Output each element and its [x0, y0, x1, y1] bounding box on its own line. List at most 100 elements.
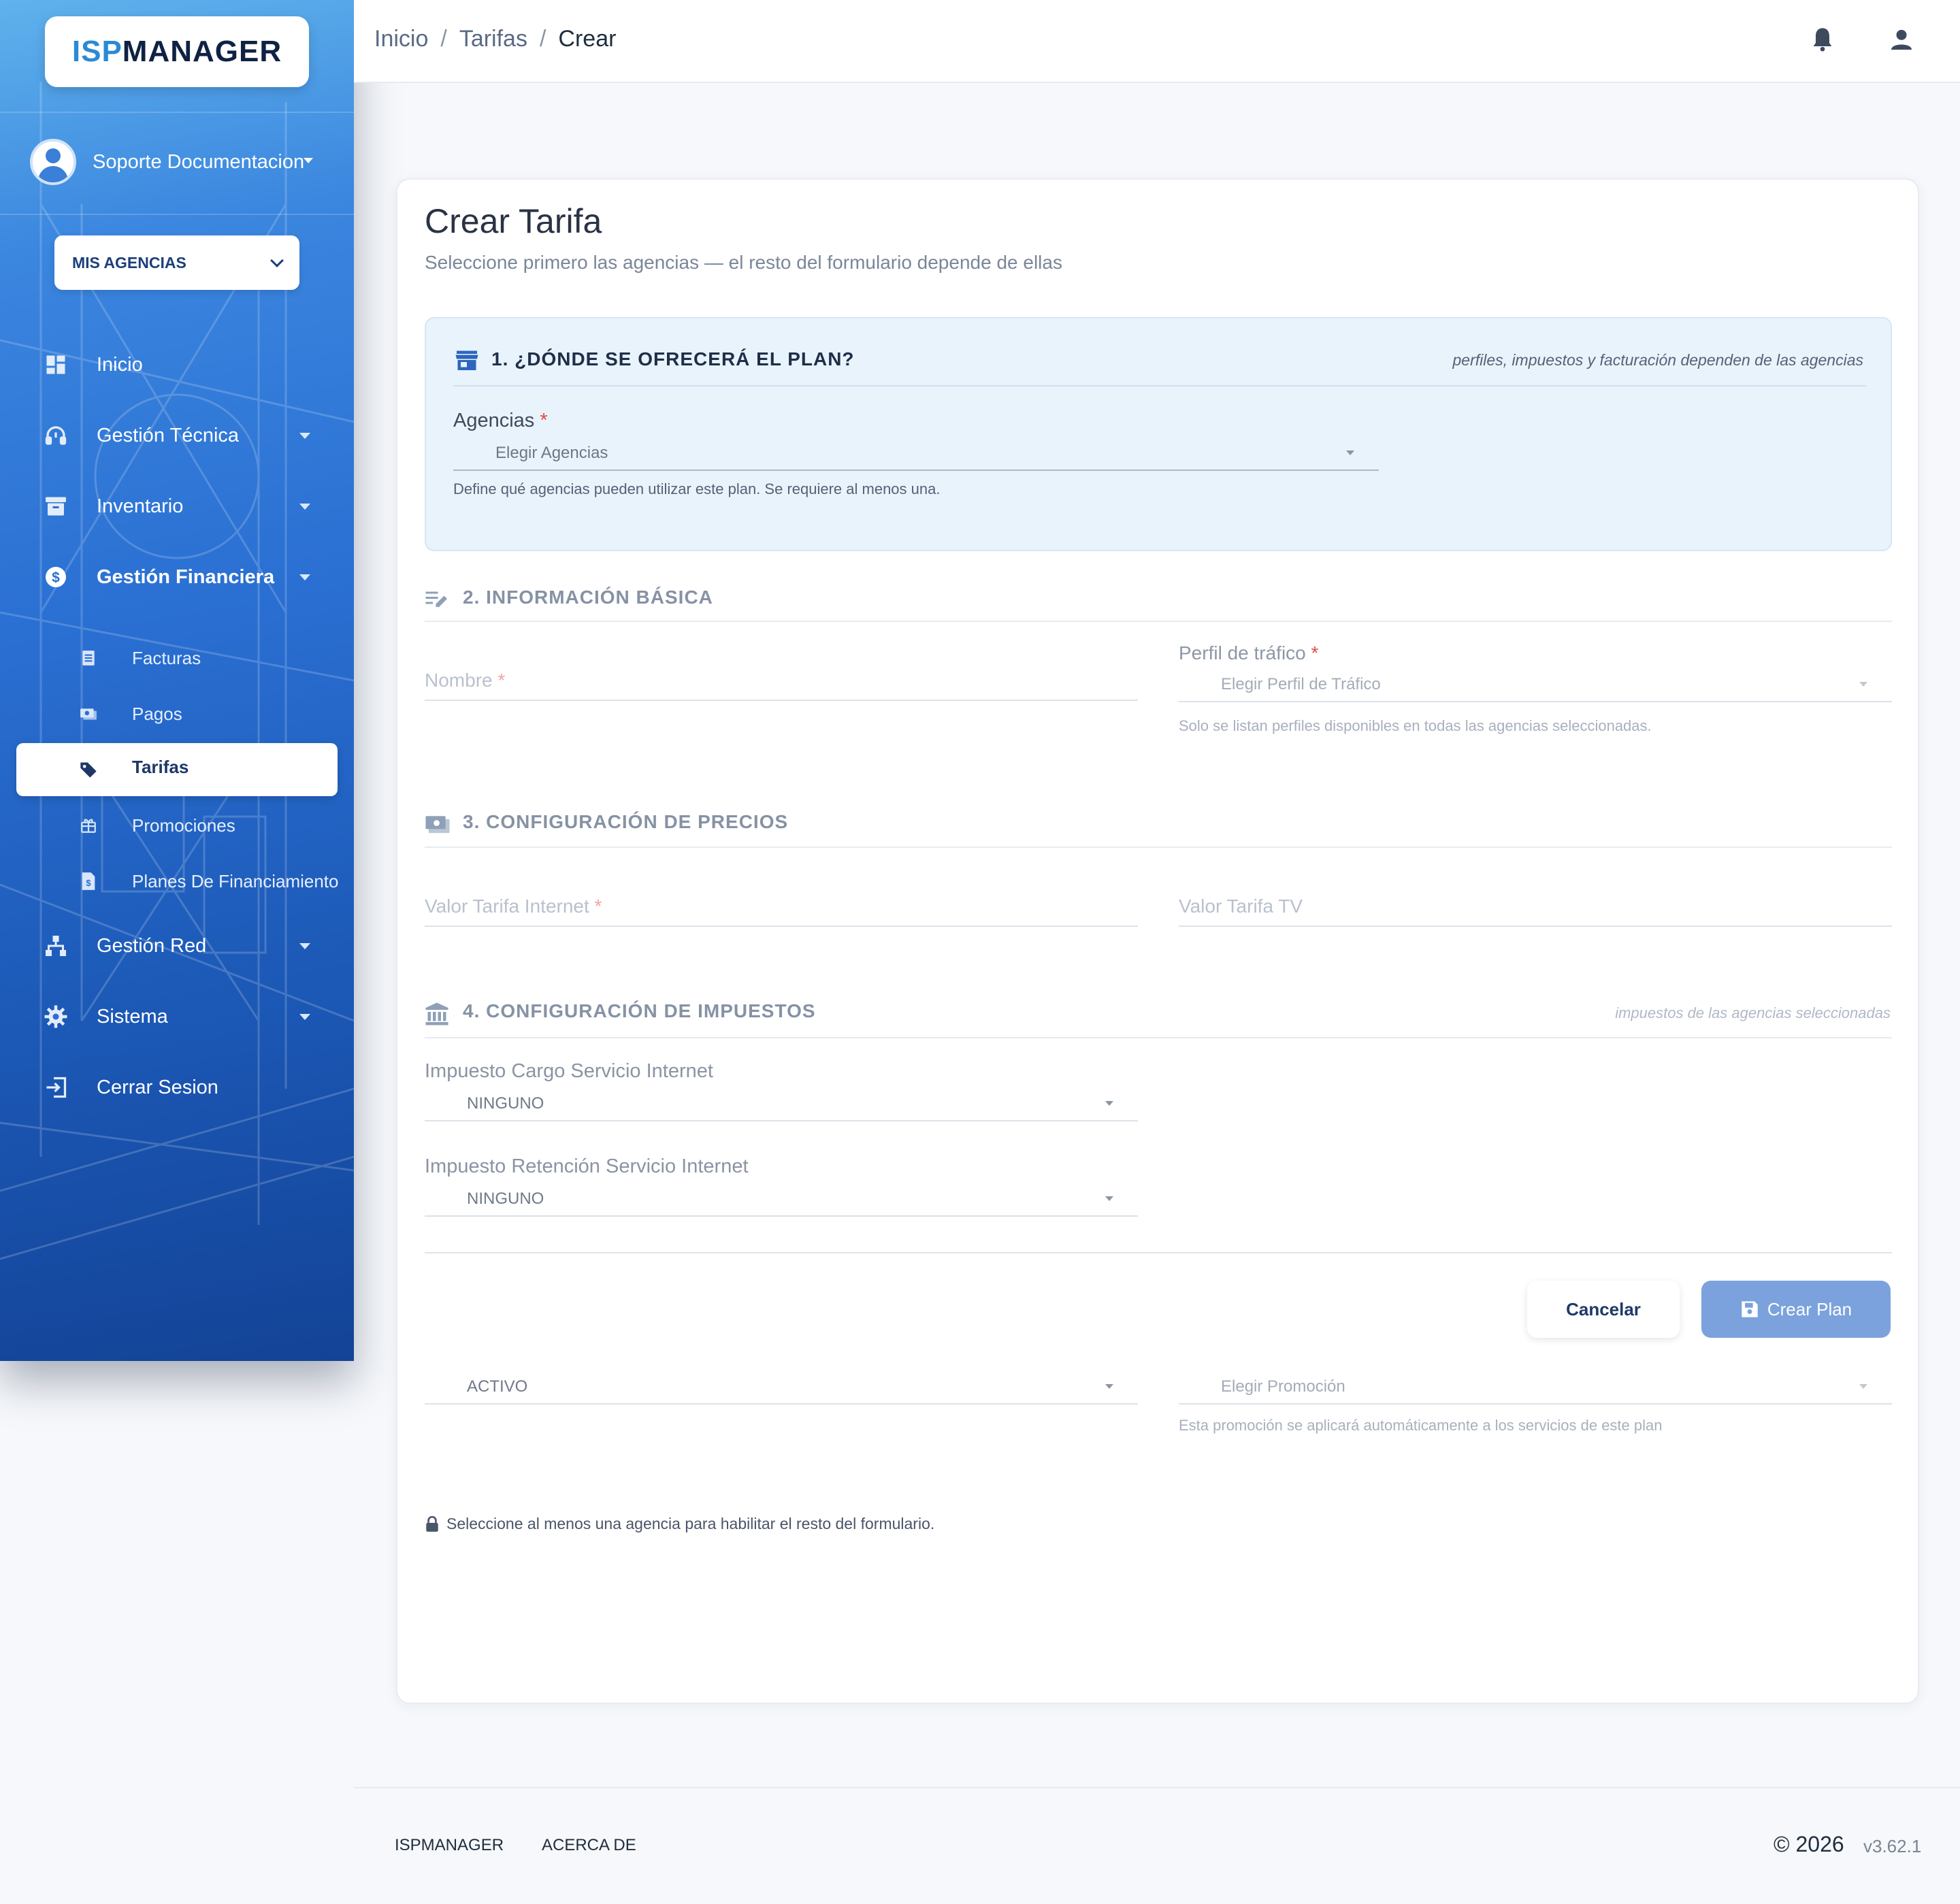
breadcrumb-inicio[interactable]: Inicio [374, 26, 428, 52]
user-icon[interactable] [1888, 26, 1915, 53]
bank-icon [425, 1002, 449, 1030]
payments-icon [79, 704, 98, 723]
app-logo[interactable]: ISPMANAGER [45, 16, 309, 87]
caret-down-icon [1105, 1101, 1113, 1106]
breadcrumb-current: Crear [558, 26, 617, 52]
avatar [30, 139, 76, 185]
nav-item-gestion-red[interactable]: Gestión Red [0, 919, 354, 973]
section-divider [425, 847, 1892, 848]
nav-item-gestion-tecnica[interactable]: Gestión Técnica [0, 408, 354, 463]
bell-icon[interactable] [1809, 26, 1836, 53]
user-name: Soporte Documentacion [93, 150, 305, 173]
caret-down-icon [299, 574, 310, 580]
caret-down-icon [299, 942, 310, 949]
sidebar-subitem-tarifas[interactable]: Tarifas [16, 743, 338, 796]
nav-label: Inventario [97, 495, 184, 517]
nav-item-gestion-financiera[interactable]: $ Gestión Financiera [0, 550, 354, 604]
caret-down-icon [299, 503, 310, 510]
sidebar-divider [0, 214, 354, 215]
perfil-helper: Solo se listan perfiles disponibles en t… [1179, 717, 1652, 734]
sidebar-subitem-pagos[interactable]: Pagos [0, 690, 354, 738]
caret-down-icon [1346, 450, 1354, 455]
sidebar-subitem-planes-financiamiento[interactable]: $ Planes De Financiamiento [0, 857, 354, 905]
select-underline [425, 1403, 1138, 1405]
nav-label: Cerrar Sesion [97, 1076, 218, 1098]
impuesto-retencion-value: NINGUNO [467, 1189, 544, 1208]
dashboard-icon [44, 352, 68, 377]
lock-note-text: Seleccione al menos una agencia para hab… [446, 1515, 935, 1532]
agencias-placeholder: Elegir Agencias [495, 444, 608, 462]
cancel-button[interactable]: Cancelar [1527, 1281, 1680, 1338]
input-underline [1179, 925, 1892, 927]
perfil-trafico-select[interactable]: Elegir Perfil de Tráfico [1179, 671, 1892, 702]
section-title-impuestos: 4. CONFIGURACIÓN DE IMPUESTOS [463, 1000, 816, 1021]
create-plan-button[interactable]: Crear Plan [1701, 1281, 1891, 1338]
select-underline [1179, 701, 1892, 702]
impuesto-cargo-label: Impuesto Cargo Servicio Internet [425, 1060, 713, 1082]
svg-text:$: $ [86, 878, 91, 888]
lock-note: Seleccione al menos una agencia para hab… [425, 1515, 934, 1533]
sidebar-divider [0, 112, 354, 113]
select-underline [453, 470, 1379, 471]
impuesto-retencion-select[interactable]: NINGUNO [425, 1185, 1138, 1217]
nav-item-sistema[interactable]: Sistema [0, 989, 354, 1044]
agencias-label: Agencias * [453, 410, 548, 431]
valor-tv-label: Valor Tarifa TV [1179, 896, 1303, 917]
my-agencies-dropdown[interactable]: MIS AGENCIAS [54, 235, 299, 290]
valor-internet-input[interactable]: Valor Tarifa Internet * [425, 882, 1138, 927]
perfil-placeholder: Elegir Perfil de Tráfico [1221, 675, 1381, 693]
valor-tv-input[interactable]: Valor Tarifa TV [1179, 882, 1892, 927]
section-title: 1. ¿DÓNDE SE OFRECERÁ EL PLAN? [491, 348, 855, 370]
create-tariff-card: Crear Tarifa Seleccione primero las agen… [396, 178, 1919, 1704]
sidebar: ISPMANAGER Soporte Documentacion MIS AGE… [0, 0, 354, 1361]
svg-text:$: $ [52, 570, 60, 586]
sidebar-subitem-promociones[interactable]: Promociones [0, 802, 354, 849]
breadcrumb-separator: / [440, 26, 447, 52]
caret-down-icon [1105, 1196, 1113, 1201]
sidebar-subitem-facturas[interactable]: Facturas [0, 634, 354, 682]
footer-version: v3.62.1 [1863, 1836, 1922, 1856]
breadcrumb-separator: / [539, 26, 546, 52]
promocion-helper: Esta promoción se aplicará automáticamen… [1179, 1417, 1663, 1434]
nombre-label: Nombre * [425, 670, 506, 691]
gear-icon [44, 1004, 68, 1029]
estado-select[interactable]: ACTIVO [425, 1372, 1138, 1405]
caret-down-icon [299, 432, 310, 439]
create-plan-label: Crear Plan [1767, 1298, 1852, 1319]
promocion-select[interactable]: Elegir Promoción [1179, 1372, 1892, 1405]
footer-link-acerca-de[interactable]: ACERCA DE [542, 1836, 636, 1855]
user-caret-icon[interactable] [304, 158, 313, 163]
headset-icon [44, 423, 68, 448]
nav-label: Inicio [97, 353, 143, 376]
section-note: impuestos de las agencias seleccionadas [1615, 1004, 1891, 1021]
select-underline [425, 1120, 1138, 1121]
nav-item-inventario[interactable]: Inventario [0, 479, 354, 534]
agencias-select[interactable]: Elegir Agencias [453, 440, 1379, 471]
user-menu[interactable]: Soporte Documentacion [30, 139, 304, 185]
select-underline [1179, 1403, 1892, 1405]
nav-label: Gestión Financiera [97, 565, 275, 588]
section-divider [425, 621, 1892, 622]
select-underline [425, 1215, 1138, 1217]
finance-doc-icon: $ [79, 872, 98, 891]
nav-label: Gestión Técnica [97, 424, 240, 446]
sub-label: Facturas [132, 647, 201, 668]
edit-note-icon [425, 588, 449, 613]
sub-label: Tarifas [132, 757, 189, 777]
caret-down-icon [1859, 682, 1867, 687]
section-agencias: 1. ¿DÓNDE SE OFRECERÁ EL PLAN? perfiles,… [425, 317, 1892, 551]
footer-link-ispmanager[interactable]: ISPMANAGER [395, 1836, 504, 1855]
logout-icon [44, 1075, 68, 1100]
impuesto-cargo-select[interactable]: NINGUNO [425, 1090, 1138, 1121]
section-title-informacion-basica: 2. INFORMACIÓN BÁSICA [463, 587, 713, 608]
invoice-icon [79, 649, 98, 668]
save-icon [1742, 1301, 1758, 1317]
breadcrumb-tarifas[interactable]: Tarifas [459, 26, 527, 52]
caret-down-icon [1105, 1384, 1113, 1389]
store-icon [455, 348, 479, 375]
nombre-input[interactable]: Nombre * [425, 656, 1138, 701]
nav-item-inicio[interactable]: Inicio [0, 338, 354, 392]
nav-item-cerrar-sesion[interactable]: Cerrar Sesion [0, 1060, 354, 1115]
logo-text: ISPMANAGER [71, 35, 282, 68]
chevron-down-icon [270, 254, 284, 267]
